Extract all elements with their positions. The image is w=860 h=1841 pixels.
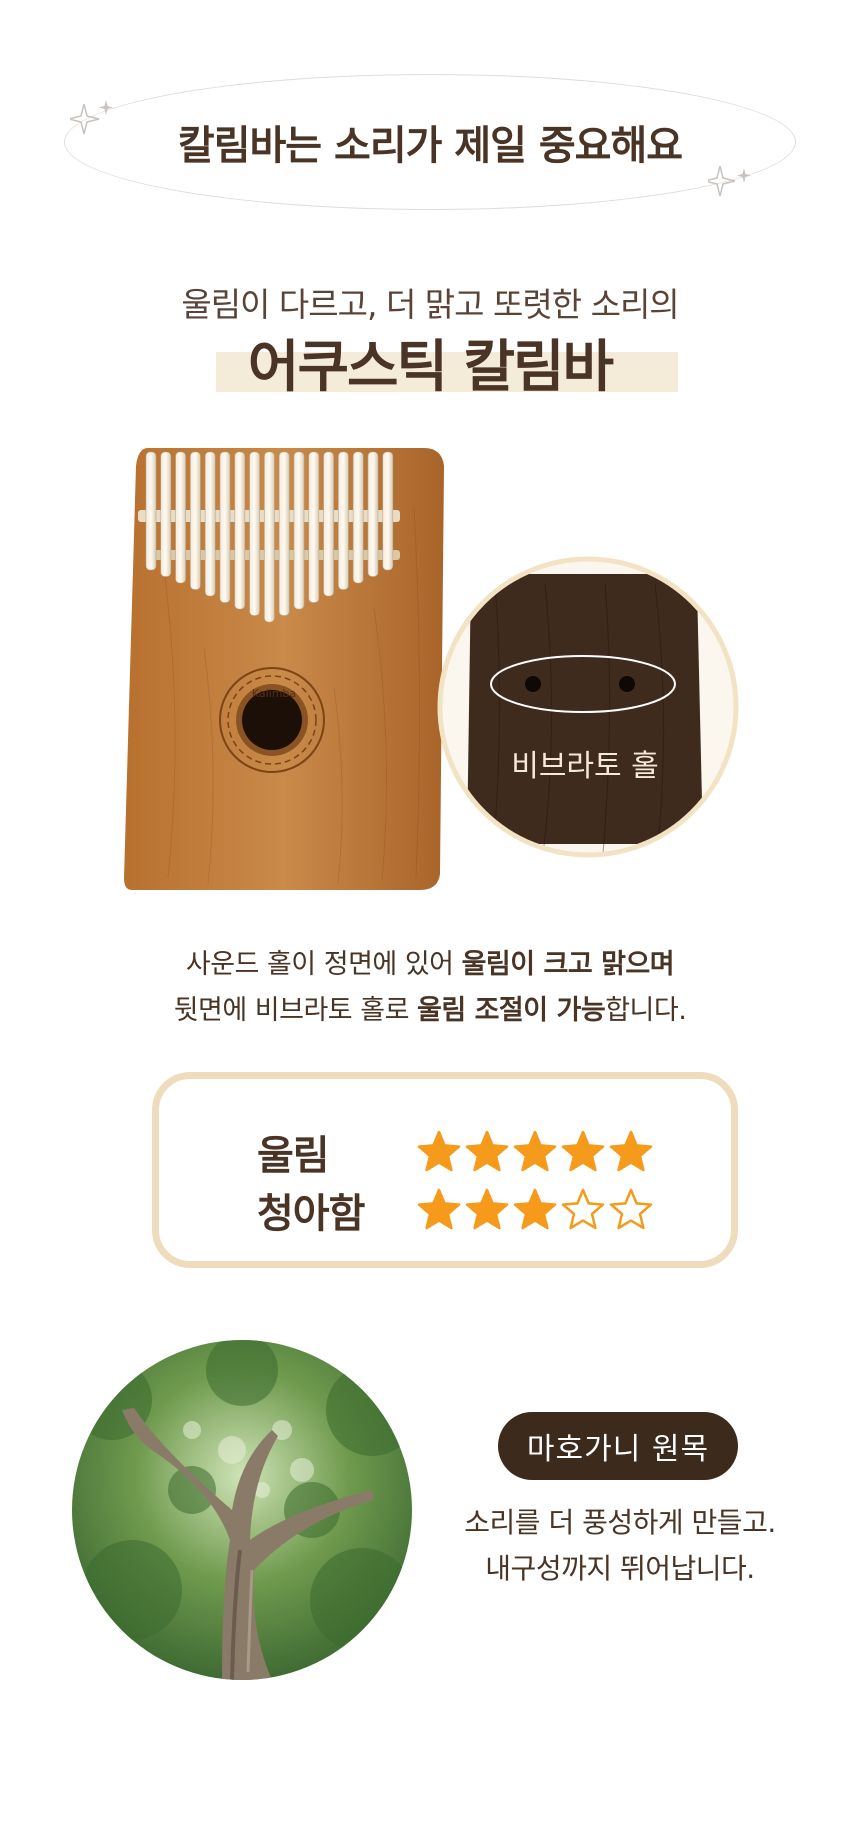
vibrato-hole-label: 비브라토 홀 bbox=[511, 749, 659, 784]
wood-description: 소리를 더 풍성하게 만들고. 내구성까지 뛰어납니다. bbox=[440, 1500, 800, 1592]
star-empty-icon bbox=[609, 1188, 653, 1230]
star-filled-icon bbox=[513, 1130, 557, 1172]
vibrato-hole-detail-image: 비브라토 홀 bbox=[435, 554, 741, 860]
kalimba-tine bbox=[293, 451, 305, 610]
star-filled-icon bbox=[465, 1188, 509, 1230]
star-filled-icon bbox=[417, 1188, 461, 1230]
kalimba-tine bbox=[308, 451, 320, 603]
description-line-1-text: 사운드 홀이 정면에 있어 bbox=[185, 949, 462, 980]
star-filled-icon bbox=[561, 1130, 605, 1172]
star-filled-icon bbox=[609, 1130, 653, 1172]
mahogany-badge: 마호가니 원목 bbox=[498, 1412, 738, 1480]
rating-label: 울림 bbox=[257, 1133, 330, 1179]
kalimba-tine bbox=[338, 451, 349, 590]
kalimba-tine bbox=[204, 451, 216, 597]
kalimba-tine bbox=[249, 451, 260, 616]
mahogany-tree-image bbox=[72, 1340, 412, 1680]
kalimba-tine bbox=[264, 451, 275, 623]
kalimba-tine bbox=[219, 451, 231, 603]
sparkle-icon-right bbox=[708, 165, 751, 197]
brand-text: Kalimba bbox=[252, 687, 296, 700]
star-filled-icon bbox=[513, 1188, 557, 1230]
kalimba-tine bbox=[175, 451, 186, 584]
star-rating bbox=[417, 1130, 653, 1174]
star-rating bbox=[417, 1188, 653, 1232]
header-title: 칼림바는 소리가 제일 중요해요 bbox=[177, 123, 683, 169]
headline-title: 어쿠스틱 칼림바 bbox=[247, 335, 614, 400]
kalimba-tine bbox=[234, 451, 246, 610]
rating-row-resonance: 울림 bbox=[257, 1123, 653, 1181]
rating-box: 울림 청아함 bbox=[152, 1072, 738, 1268]
description-line-2-bold: 울림 조절이 가능 bbox=[417, 995, 606, 1026]
star-filled-icon bbox=[417, 1130, 461, 1172]
product-description: 사운드 홀이 정면에 있어 울림이 크고 맑으며 뒷면에 비브라토 홀로 울림 … bbox=[0, 942, 860, 1034]
description-line-2-end: 합니다. bbox=[605, 995, 687, 1026]
star-filled-icon bbox=[465, 1130, 509, 1172]
kalimba-tine bbox=[352, 451, 364, 584]
kalimba-tine bbox=[367, 451, 379, 577]
kalimba-tine bbox=[145, 451, 157, 571]
header-oval: 칼림바는 소리가 제일 중요해요 bbox=[64, 74, 796, 210]
description-line-2-text: 뒷면에 비브라토 홀로 bbox=[173, 995, 417, 1026]
description-line-2: 뒷면에 비브라토 홀로 울림 조절이 가능합니다. bbox=[0, 988, 860, 1034]
kalimba-tine bbox=[160, 451, 172, 577]
wood-description-line-1: 소리를 더 풍성하게 만들고. bbox=[464, 1506, 776, 1539]
kalimba-tine bbox=[190, 451, 201, 590]
headline-subtitle: 울림이 다르고, 더 맑고 또렷한 소리의 bbox=[181, 285, 679, 324]
description-line-1: 사운드 홀이 정면에 있어 울림이 크고 맑으며 bbox=[0, 942, 860, 988]
sparkle-icon-left bbox=[70, 100, 113, 135]
rating-label: 청아함 bbox=[257, 1191, 365, 1237]
wood-description-line-2: 내구성까지 뛰어납니다. bbox=[485, 1552, 755, 1585]
kalimba-product-image: Kalimba bbox=[124, 448, 444, 890]
description-line-1-bold: 울림이 크고 맑으며 bbox=[461, 949, 675, 980]
kalimba-tine bbox=[278, 451, 290, 616]
kalimba-tine bbox=[323, 451, 334, 597]
kalimba-tine bbox=[382, 451, 394, 571]
star-empty-icon bbox=[561, 1188, 605, 1230]
rating-row-clarity: 청아함 bbox=[257, 1181, 653, 1239]
